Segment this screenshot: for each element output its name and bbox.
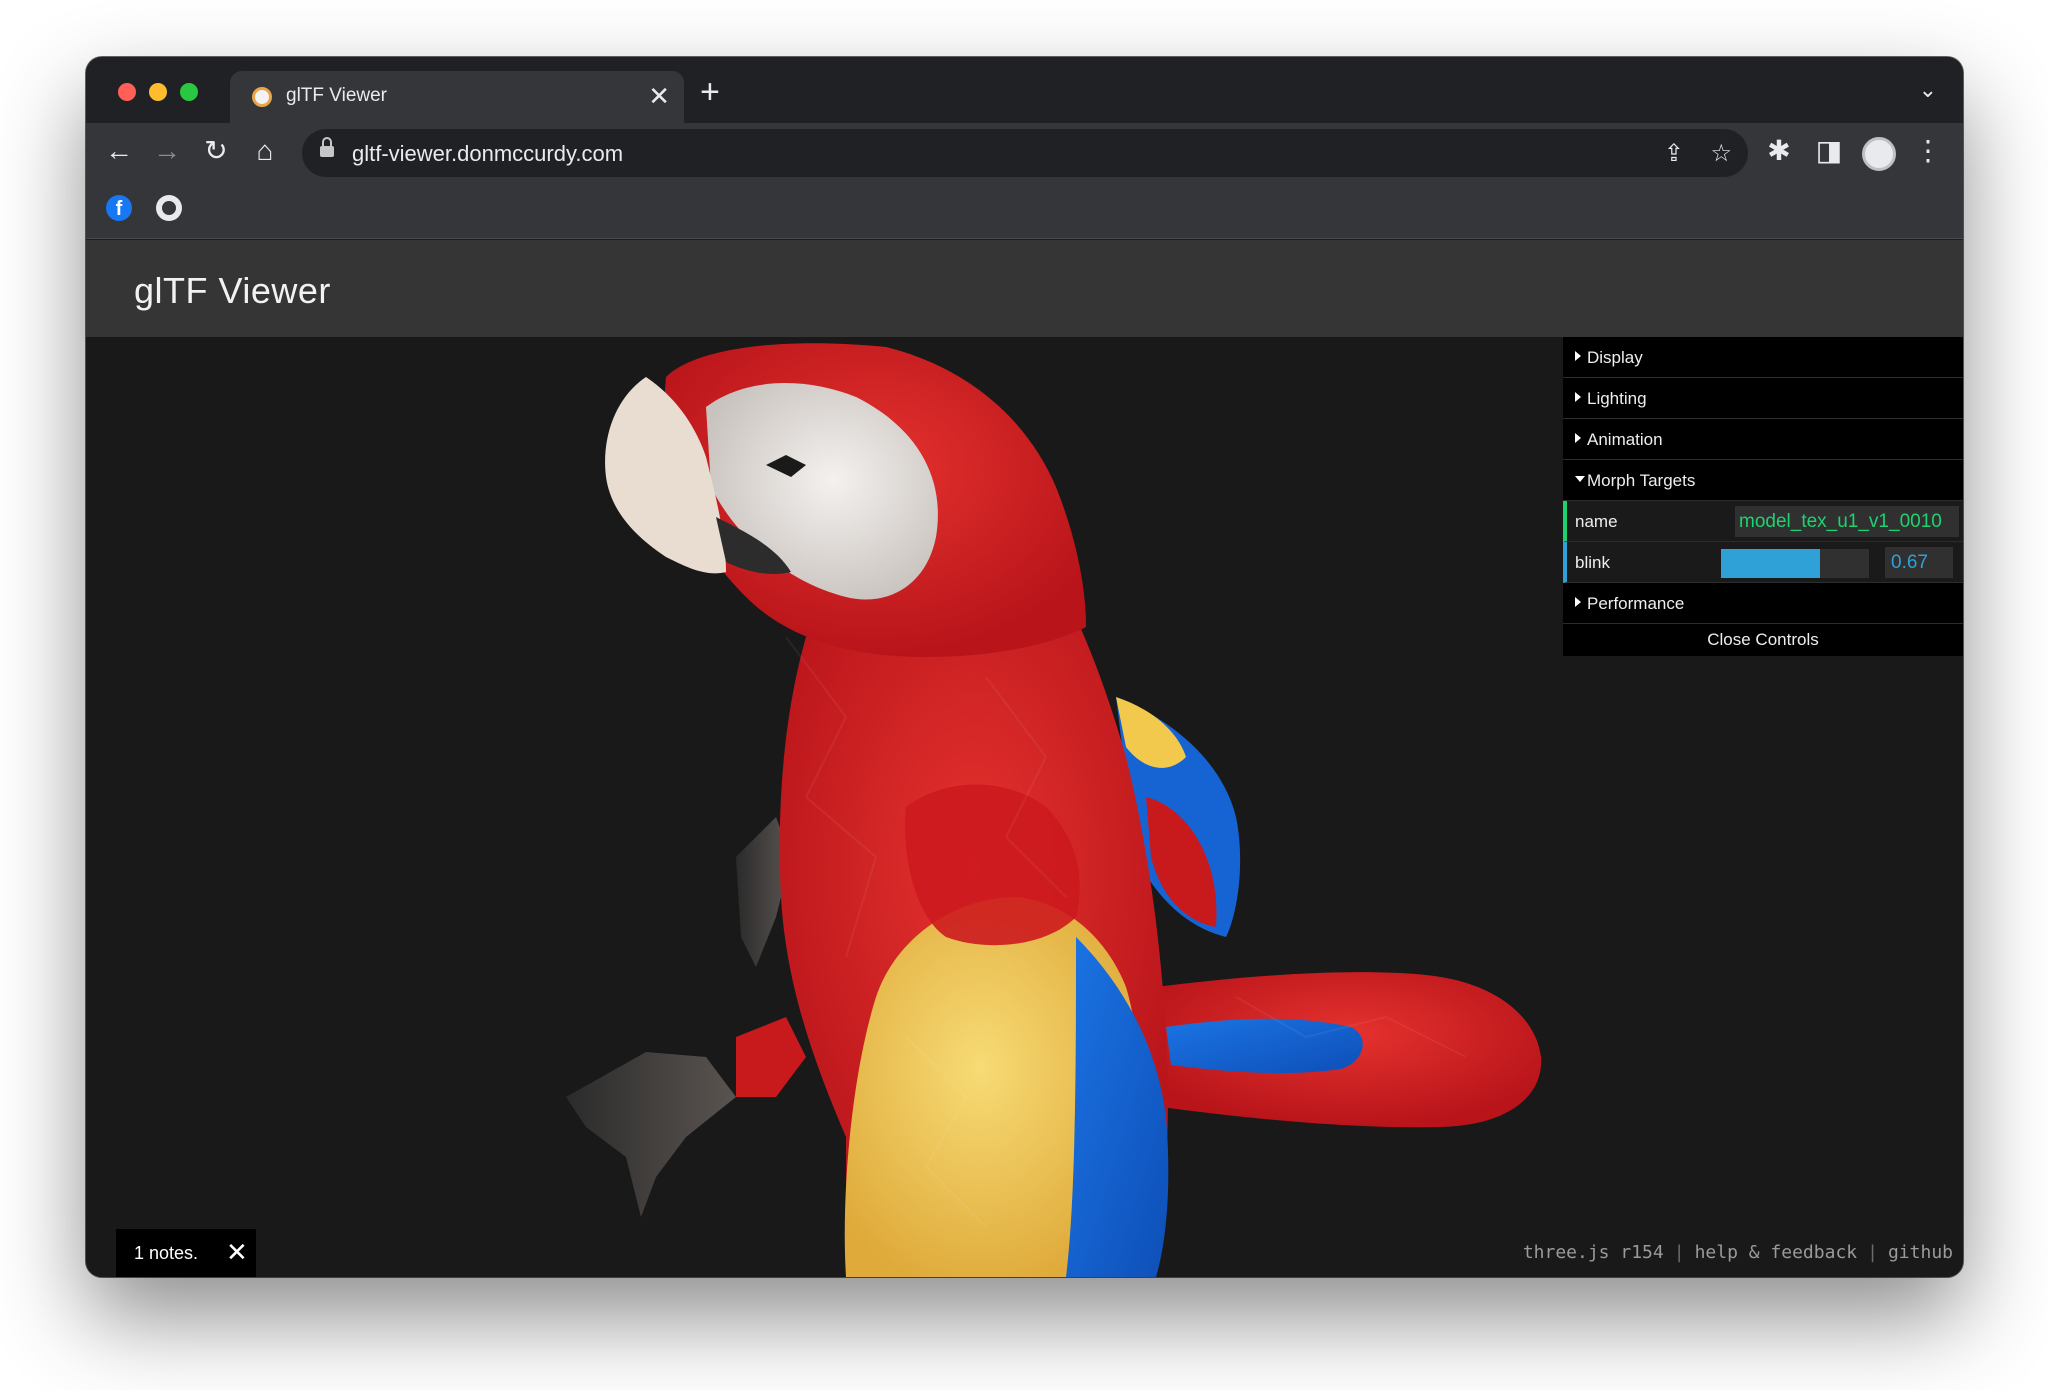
controls-panel: Display Lighting Animation Morph Targets… [1563,337,1963,656]
address-bar[interactable]: gltf-viewer.donmccurdy.com ⇪ ☆ [302,129,1748,177]
browser-menu-icon[interactable]: ⋮ [1911,135,1945,167]
forward-arrow-icon[interactable]: → [150,135,184,167]
blink-slider-fill [1721,549,1821,578]
folder-animation[interactable]: Animation [1563,419,1963,460]
facebook-icon[interactable]: f [106,195,132,221]
side-panel-icon[interactable]: ◨ [1812,135,1846,167]
folder-morph-targets[interactable]: Morph Targets [1563,460,1963,501]
morph-name-label: name [1575,512,1618,531]
page-title: glTF Viewer [134,270,331,311]
tab-strip: glTF Viewer ✕ + ⌄ [86,57,1963,123]
blink-value-input[interactable]: 0.67 [1885,547,1953,578]
morph-name-row: name model_tex_u1_v1_0010 [1563,501,1963,542]
tab-title: glTF Viewer [286,85,388,106]
tail-blue-stripe [1166,1018,1363,1074]
bookmarks-bar: f [86,183,1963,239]
footer-separator: | [1673,1242,1685,1263]
lock-icon[interactable] [320,137,334,157]
home-icon[interactable]: ⌂ [248,135,282,167]
threejs-version-link[interactable]: three.js r154 [1523,1242,1664,1263]
bookmark-star-icon[interactable]: ☆ [1710,139,1732,168]
back-arrow-icon[interactable]: ← [102,135,136,167]
browser-tab[interactable]: glTF Viewer ✕ [230,71,684,123]
browser-window: glTF Viewer ✕ + ⌄ ← → ↻ ⌂ gltf-viewer.do… [86,57,1963,1277]
favicon-icon [252,87,272,107]
folder-label: Performance [1587,594,1685,613]
folder-label: Animation [1587,430,1663,449]
url-text[interactable]: gltf-viewer.donmccurdy.com [352,141,623,167]
folder-display[interactable]: Display [1563,337,1963,378]
minimize-window-button[interactable] [149,83,167,101]
folder-label: Lighting [1587,389,1647,408]
close-window-button[interactable] [118,83,136,101]
footer-separator: | [1867,1242,1878,1263]
morph-blink-label: blink [1575,553,1610,572]
tab-search-chevron-icon[interactable]: ⌄ [1919,77,1937,103]
notes-text: 1 notes. [134,1243,199,1263]
folder-label: Morph Targets [1587,471,1696,490]
tab-close-icon[interactable]: ✕ [648,81,670,111]
caret-right-icon [1575,351,1581,361]
morph-blink-row: blink 0.67 [1563,542,1963,583]
share-icon[interactable]: ⇪ [1664,139,1684,168]
new-tab-button[interactable]: + [700,75,720,109]
blink-slider[interactable] [1721,549,1869,578]
caret-down-icon [1575,476,1585,482]
reload-icon[interactable]: ↻ [199,135,233,167]
github-link[interactable]: github [1888,1242,1953,1263]
zoom-window-button[interactable] [180,83,198,101]
notes-close-icon[interactable]: ✕ [226,1238,248,1266]
left-claw [566,1052,736,1217]
notes-toast: 1 notes. ✕ [116,1229,256,1277]
page: glTF Viewer Display Lighting Animation M… [86,240,1963,1277]
caret-right-icon [1575,392,1581,402]
browser-toolbar: ← → ↻ ⌂ gltf-viewer.donmccurdy.com ⇪ ☆ ✱… [86,123,1963,183]
app-header: glTF Viewer [86,240,1963,337]
close-controls-button[interactable]: Close Controls [1563,624,1963,656]
github-icon[interactable] [156,195,182,221]
model-viewport[interactable]: Display Lighting Animation Morph Targets… [86,337,1963,1277]
folder-performance[interactable]: Performance [1563,583,1963,624]
folder-lighting[interactable]: Lighting [1563,378,1963,419]
caret-right-icon [1575,433,1581,443]
extensions-icon[interactable]: ✱ [1762,135,1796,167]
caret-right-icon [1575,597,1581,607]
morph-name-input[interactable]: model_tex_u1_v1_0010 [1735,506,1959,537]
footer-links: three.js r154 | help & feedback | github [1523,1242,1953,1263]
folder-label: Display [1587,348,1643,367]
profile-avatar[interactable] [1862,137,1896,171]
help-feedback-link[interactable]: help & feedback [1695,1242,1858,1263]
